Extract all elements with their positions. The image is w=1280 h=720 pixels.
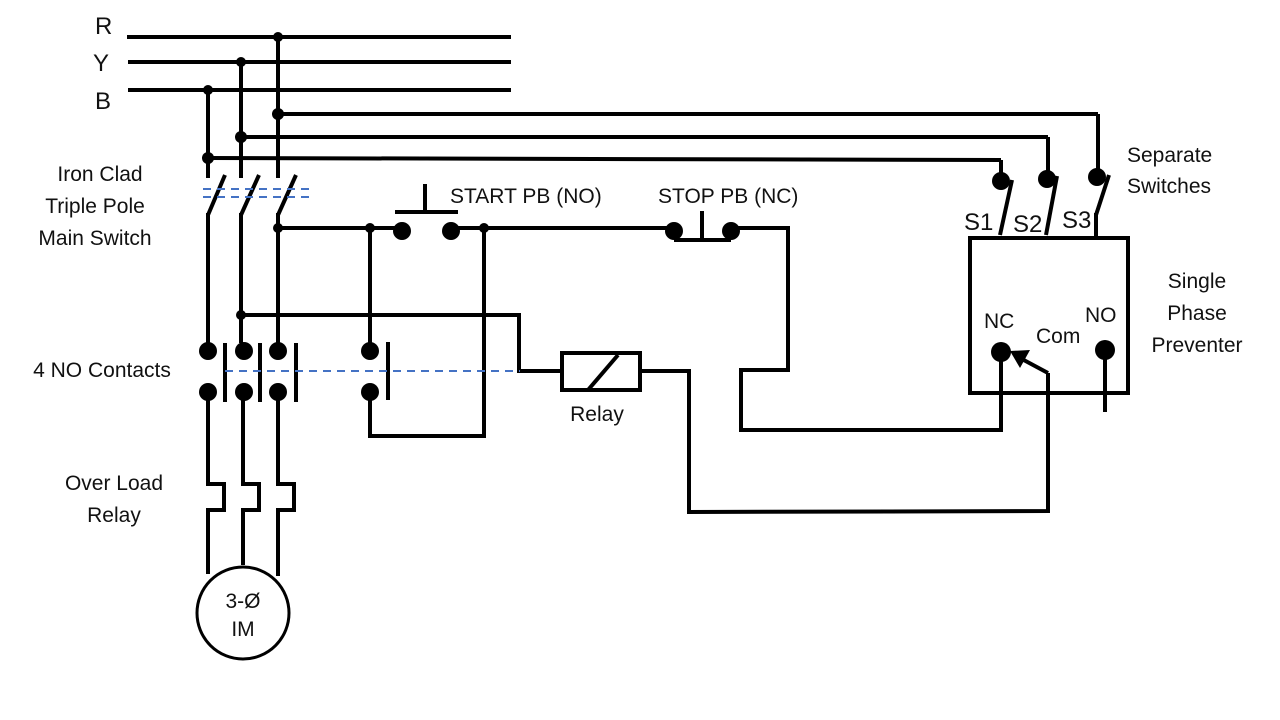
stop-pb-terminal-1 bbox=[665, 222, 683, 240]
start-pb-terminal-2 bbox=[442, 222, 460, 240]
spp-com-label: Com bbox=[1036, 325, 1080, 348]
spp-no-label: NO bbox=[1085, 304, 1117, 327]
stop-pb-terminal-2 bbox=[722, 222, 740, 240]
separate-switches-label-2: Switches bbox=[1127, 175, 1211, 198]
motor-symbol bbox=[195, 565, 291, 661]
phase-label-r: R bbox=[95, 13, 112, 40]
switch-label-s2: S2 bbox=[1013, 211, 1042, 238]
contactor-no-contacts bbox=[199, 342, 520, 402]
control-circuit bbox=[236, 184, 1050, 515]
spp-label-1: Single bbox=[1168, 270, 1226, 293]
wiring-diagram: R Y B 3-Ø IM S1 S2 S3 NC Com NO Iron Cla… bbox=[33, 13, 1243, 661]
spp-label-3: Preventer bbox=[1151, 334, 1242, 357]
main-switch bbox=[203, 174, 310, 343]
spp-com-arrow bbox=[1010, 350, 1030, 368]
contacts-label: 4 NO Contacts bbox=[33, 359, 171, 382]
relay-coil bbox=[560, 351, 642, 392]
overload-label-2: Relay bbox=[87, 504, 141, 527]
motor-label-1: 3-Ø bbox=[225, 590, 260, 613]
separate-switches-label-1: Separate bbox=[1127, 144, 1212, 167]
separate-switches bbox=[992, 168, 1111, 238]
supply-bus bbox=[127, 35, 511, 92]
phase-label-b: B bbox=[95, 88, 111, 115]
main-switch-feeders bbox=[202, 32, 1100, 178]
relay-label: Relay bbox=[570, 403, 624, 426]
spp-nc-terminal bbox=[991, 342, 1011, 362]
stop-pb-label: STOP PB (NC) bbox=[658, 185, 798, 208]
main-switch-label-1: Iron Clad bbox=[57, 163, 142, 186]
phase-label-y: Y bbox=[93, 50, 109, 77]
main-switch-label-3: Main Switch bbox=[38, 227, 151, 250]
spp-nc-label: NC bbox=[984, 310, 1014, 333]
overload-label-1: Over Load bbox=[65, 472, 163, 495]
main-switch-label-2: Triple Pole bbox=[45, 195, 145, 218]
switch-label-s1: S1 bbox=[964, 209, 993, 236]
overload-relay bbox=[206, 398, 296, 576]
spp-label-2: Phase bbox=[1167, 302, 1227, 325]
start-pb-terminal-1 bbox=[393, 222, 411, 240]
start-pb-label: START PB (NO) bbox=[450, 185, 602, 208]
motor-label-2: IM bbox=[231, 618, 254, 641]
switch-label-s3: S3 bbox=[1062, 207, 1091, 234]
